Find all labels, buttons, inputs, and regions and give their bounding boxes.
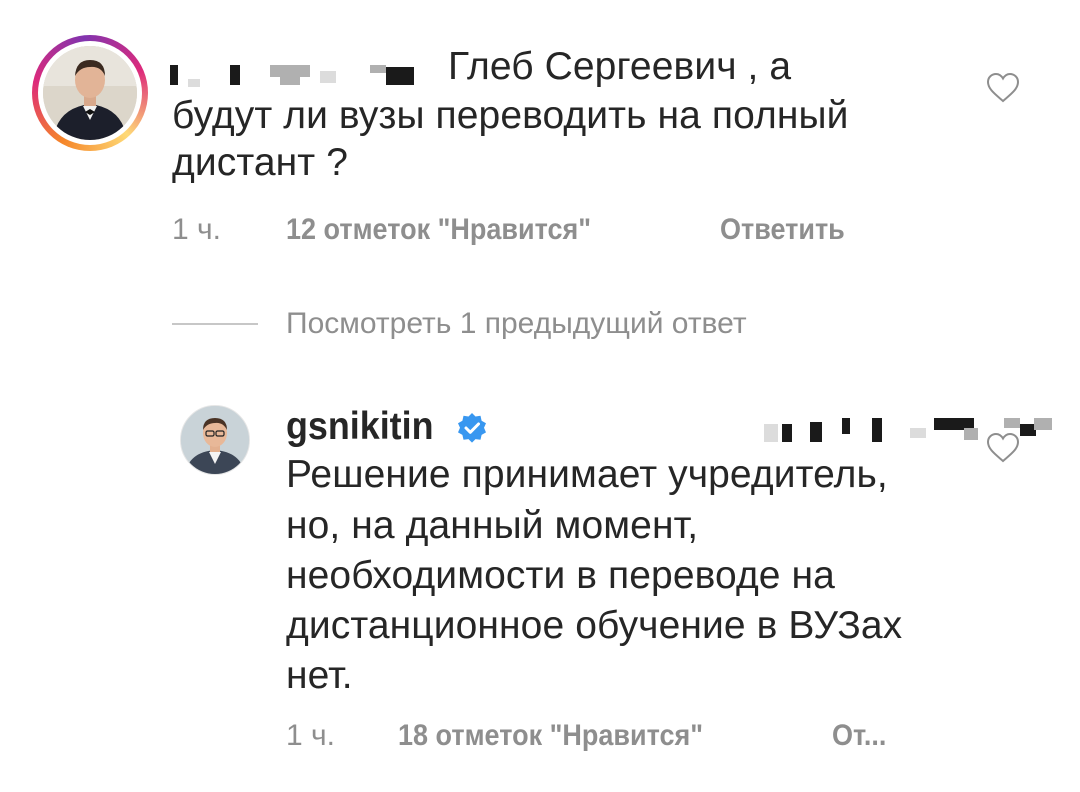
reply-likes-count-link[interactable]: 18 отметок "Нравится" [398,718,703,754]
likes-count-link[interactable]: 12 отметок "Нравится" [286,212,591,248]
avatar-photo [181,406,249,474]
reply-avatar[interactable] [180,405,250,475]
heart-outline-icon [986,432,1020,463]
verified-badge-icon [458,413,486,443]
reply-button[interactable]: Ответить [720,212,845,248]
comment-text-line-2: дистант ? [172,141,348,184]
reply-text-line-4: дистанционное обучение в ВУЗах [286,604,903,647]
comment-text-line-1: будут ли вузы переводить на полный [172,94,849,137]
replies-divider [172,323,258,325]
avatar-photo [43,46,137,140]
reply-text-line-2: но, на данный момент, [286,504,699,547]
like-button[interactable] [986,432,1020,469]
like-button[interactable] [986,72,1020,109]
reply-time: 1 ч. [286,719,335,752]
reply-username[interactable]: gsnikitin [286,404,434,450]
view-previous-replies-link[interactable]: Посмотреть 1 предыдущий ответ [286,306,747,342]
avatar [43,46,137,140]
verified-badge [456,412,488,449]
comment-author-suffix: Глеб Сергеевич , а [448,45,792,88]
comment-time: 1 ч. [172,213,221,246]
heart-outline-icon [986,72,1020,103]
redacted-username [170,63,430,87]
reply-text-line-1: Решение принимает учредитель, [286,453,888,496]
reply-text-line-3: необходимости в переводе на [286,554,835,597]
reply-text-line-5: нет. [286,654,353,697]
reply-reply-button[interactable]: От... [832,718,886,754]
story-ring-avatar[interactable] [32,35,148,151]
